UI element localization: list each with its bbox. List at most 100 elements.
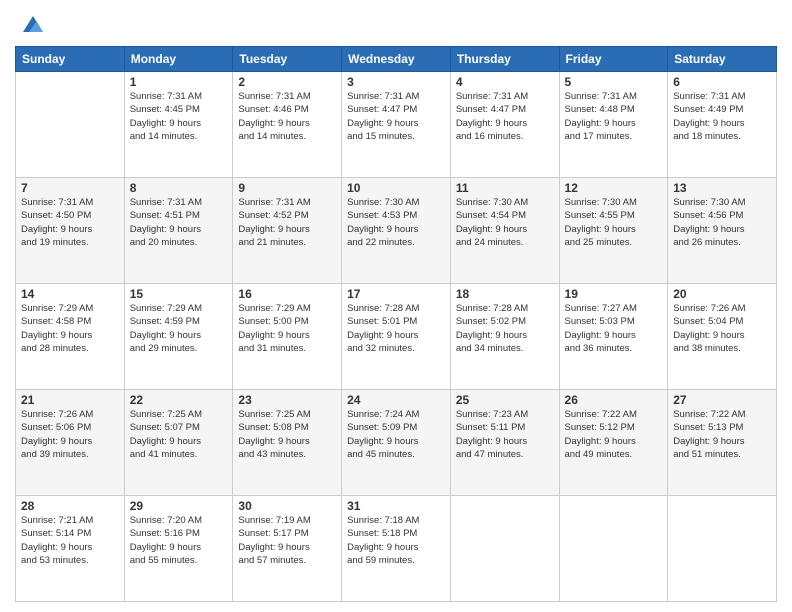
weekday-thursday: Thursday: [450, 47, 559, 72]
day-info: Sunrise: 7:18 AM Sunset: 5:18 PM Dayligh…: [347, 514, 445, 567]
day-info: Sunrise: 7:20 AM Sunset: 5:16 PM Dayligh…: [130, 514, 228, 567]
day-number: 31: [347, 499, 445, 513]
calendar-cell: 6Sunrise: 7:31 AM Sunset: 4:49 PM Daylig…: [668, 72, 777, 178]
calendar-cell: 17Sunrise: 7:28 AM Sunset: 5:01 PM Dayli…: [342, 284, 451, 390]
day-number: 2: [238, 75, 336, 89]
day-info: Sunrise: 7:19 AM Sunset: 5:17 PM Dayligh…: [238, 514, 336, 567]
day-info: Sunrise: 7:26 AM Sunset: 5:06 PM Dayligh…: [21, 408, 119, 461]
day-number: 19: [565, 287, 663, 301]
calendar-cell: 21Sunrise: 7:26 AM Sunset: 5:06 PM Dayli…: [16, 390, 125, 496]
day-number: 25: [456, 393, 554, 407]
calendar-cell: 9Sunrise: 7:31 AM Sunset: 4:52 PM Daylig…: [233, 178, 342, 284]
calendar-cell: 30Sunrise: 7:19 AM Sunset: 5:17 PM Dayli…: [233, 496, 342, 602]
day-number: 27: [673, 393, 771, 407]
day-number: 14: [21, 287, 119, 301]
calendar-cell: [450, 496, 559, 602]
day-info: Sunrise: 7:29 AM Sunset: 5:00 PM Dayligh…: [238, 302, 336, 355]
day-info: Sunrise: 7:29 AM Sunset: 4:58 PM Dayligh…: [21, 302, 119, 355]
calendar-cell: 1Sunrise: 7:31 AM Sunset: 4:45 PM Daylig…: [124, 72, 233, 178]
day-info: Sunrise: 7:28 AM Sunset: 5:02 PM Dayligh…: [456, 302, 554, 355]
calendar-cell: 31Sunrise: 7:18 AM Sunset: 5:18 PM Dayli…: [342, 496, 451, 602]
day-info: Sunrise: 7:31 AM Sunset: 4:47 PM Dayligh…: [347, 90, 445, 143]
calendar-cell: 10Sunrise: 7:30 AM Sunset: 4:53 PM Dayli…: [342, 178, 451, 284]
day-number: 11: [456, 181, 554, 195]
weekday-saturday: Saturday: [668, 47, 777, 72]
calendar-cell: 25Sunrise: 7:23 AM Sunset: 5:11 PM Dayli…: [450, 390, 559, 496]
day-number: 10: [347, 181, 445, 195]
calendar-cell: 5Sunrise: 7:31 AM Sunset: 4:48 PM Daylig…: [559, 72, 668, 178]
day-number: 28: [21, 499, 119, 513]
day-info: Sunrise: 7:31 AM Sunset: 4:48 PM Dayligh…: [565, 90, 663, 143]
day-number: 3: [347, 75, 445, 89]
day-info: Sunrise: 7:31 AM Sunset: 4:52 PM Dayligh…: [238, 196, 336, 249]
weekday-sunday: Sunday: [16, 47, 125, 72]
weekday-friday: Friday: [559, 47, 668, 72]
day-info: Sunrise: 7:31 AM Sunset: 4:50 PM Dayligh…: [21, 196, 119, 249]
calendar-cell: 24Sunrise: 7:24 AM Sunset: 5:09 PM Dayli…: [342, 390, 451, 496]
calendar-cell: 20Sunrise: 7:26 AM Sunset: 5:04 PM Dayli…: [668, 284, 777, 390]
calendar-cell: 13Sunrise: 7:30 AM Sunset: 4:56 PM Dayli…: [668, 178, 777, 284]
day-number: 9: [238, 181, 336, 195]
day-number: 13: [673, 181, 771, 195]
day-info: Sunrise: 7:30 AM Sunset: 4:55 PM Dayligh…: [565, 196, 663, 249]
calendar-cell: 29Sunrise: 7:20 AM Sunset: 5:16 PM Dayli…: [124, 496, 233, 602]
week-row-4: 28Sunrise: 7:21 AM Sunset: 5:14 PM Dayli…: [16, 496, 777, 602]
day-info: Sunrise: 7:21 AM Sunset: 5:14 PM Dayligh…: [21, 514, 119, 567]
day-number: 17: [347, 287, 445, 301]
day-info: Sunrise: 7:23 AM Sunset: 5:11 PM Dayligh…: [456, 408, 554, 461]
logo-icon: [19, 10, 47, 38]
calendar-table: SundayMondayTuesdayWednesdayThursdayFrid…: [15, 46, 777, 602]
calendar-cell: 19Sunrise: 7:27 AM Sunset: 5:03 PM Dayli…: [559, 284, 668, 390]
day-info: Sunrise: 7:30 AM Sunset: 4:54 PM Dayligh…: [456, 196, 554, 249]
calendar-cell: [559, 496, 668, 602]
calendar-cell: 2Sunrise: 7:31 AM Sunset: 4:46 PM Daylig…: [233, 72, 342, 178]
day-info: Sunrise: 7:26 AM Sunset: 5:04 PM Dayligh…: [673, 302, 771, 355]
day-number: 18: [456, 287, 554, 301]
day-info: Sunrise: 7:25 AM Sunset: 5:08 PM Dayligh…: [238, 408, 336, 461]
calendar-cell: 16Sunrise: 7:29 AM Sunset: 5:00 PM Dayli…: [233, 284, 342, 390]
weekday-monday: Monday: [124, 47, 233, 72]
day-number: 6: [673, 75, 771, 89]
day-number: 26: [565, 393, 663, 407]
day-info: Sunrise: 7:22 AM Sunset: 5:12 PM Dayligh…: [565, 408, 663, 461]
weekday-header-row: SundayMondayTuesdayWednesdayThursdayFrid…: [16, 47, 777, 72]
day-number: 23: [238, 393, 336, 407]
calendar-cell: 12Sunrise: 7:30 AM Sunset: 4:55 PM Dayli…: [559, 178, 668, 284]
day-info: Sunrise: 7:31 AM Sunset: 4:46 PM Dayligh…: [238, 90, 336, 143]
day-info: Sunrise: 7:28 AM Sunset: 5:01 PM Dayligh…: [347, 302, 445, 355]
calendar-cell: 11Sunrise: 7:30 AM Sunset: 4:54 PM Dayli…: [450, 178, 559, 284]
weekday-tuesday: Tuesday: [233, 47, 342, 72]
day-number: 30: [238, 499, 336, 513]
page: SundayMondayTuesdayWednesdayThursdayFrid…: [0, 0, 792, 612]
day-number: 12: [565, 181, 663, 195]
day-number: 8: [130, 181, 228, 195]
day-number: 15: [130, 287, 228, 301]
calendar-cell: 3Sunrise: 7:31 AM Sunset: 4:47 PM Daylig…: [342, 72, 451, 178]
day-number: 20: [673, 287, 771, 301]
calendar-cell: 7Sunrise: 7:31 AM Sunset: 4:50 PM Daylig…: [16, 178, 125, 284]
day-number: 4: [456, 75, 554, 89]
week-row-0: 1Sunrise: 7:31 AM Sunset: 4:45 PM Daylig…: [16, 72, 777, 178]
calendar-cell: 23Sunrise: 7:25 AM Sunset: 5:08 PM Dayli…: [233, 390, 342, 496]
week-row-2: 14Sunrise: 7:29 AM Sunset: 4:58 PM Dayli…: [16, 284, 777, 390]
day-info: Sunrise: 7:31 AM Sunset: 4:45 PM Dayligh…: [130, 90, 228, 143]
calendar-cell: 14Sunrise: 7:29 AM Sunset: 4:58 PM Dayli…: [16, 284, 125, 390]
day-info: Sunrise: 7:31 AM Sunset: 4:47 PM Dayligh…: [456, 90, 554, 143]
header: [15, 10, 777, 38]
day-info: Sunrise: 7:29 AM Sunset: 4:59 PM Dayligh…: [130, 302, 228, 355]
calendar-cell: 8Sunrise: 7:31 AM Sunset: 4:51 PM Daylig…: [124, 178, 233, 284]
calendar-cell: 22Sunrise: 7:25 AM Sunset: 5:07 PM Dayli…: [124, 390, 233, 496]
day-info: Sunrise: 7:27 AM Sunset: 5:03 PM Dayligh…: [565, 302, 663, 355]
day-number: 1: [130, 75, 228, 89]
day-info: Sunrise: 7:30 AM Sunset: 4:56 PM Dayligh…: [673, 196, 771, 249]
calendar-cell: 26Sunrise: 7:22 AM Sunset: 5:12 PM Dayli…: [559, 390, 668, 496]
calendar-cell: 15Sunrise: 7:29 AM Sunset: 4:59 PM Dayli…: [124, 284, 233, 390]
day-info: Sunrise: 7:25 AM Sunset: 5:07 PM Dayligh…: [130, 408, 228, 461]
calendar-cell: [668, 496, 777, 602]
day-number: 21: [21, 393, 119, 407]
calendar-cell: 4Sunrise: 7:31 AM Sunset: 4:47 PM Daylig…: [450, 72, 559, 178]
day-number: 22: [130, 393, 228, 407]
calendar-cell: 18Sunrise: 7:28 AM Sunset: 5:02 PM Dayli…: [450, 284, 559, 390]
day-info: Sunrise: 7:22 AM Sunset: 5:13 PM Dayligh…: [673, 408, 771, 461]
day-info: Sunrise: 7:24 AM Sunset: 5:09 PM Dayligh…: [347, 408, 445, 461]
